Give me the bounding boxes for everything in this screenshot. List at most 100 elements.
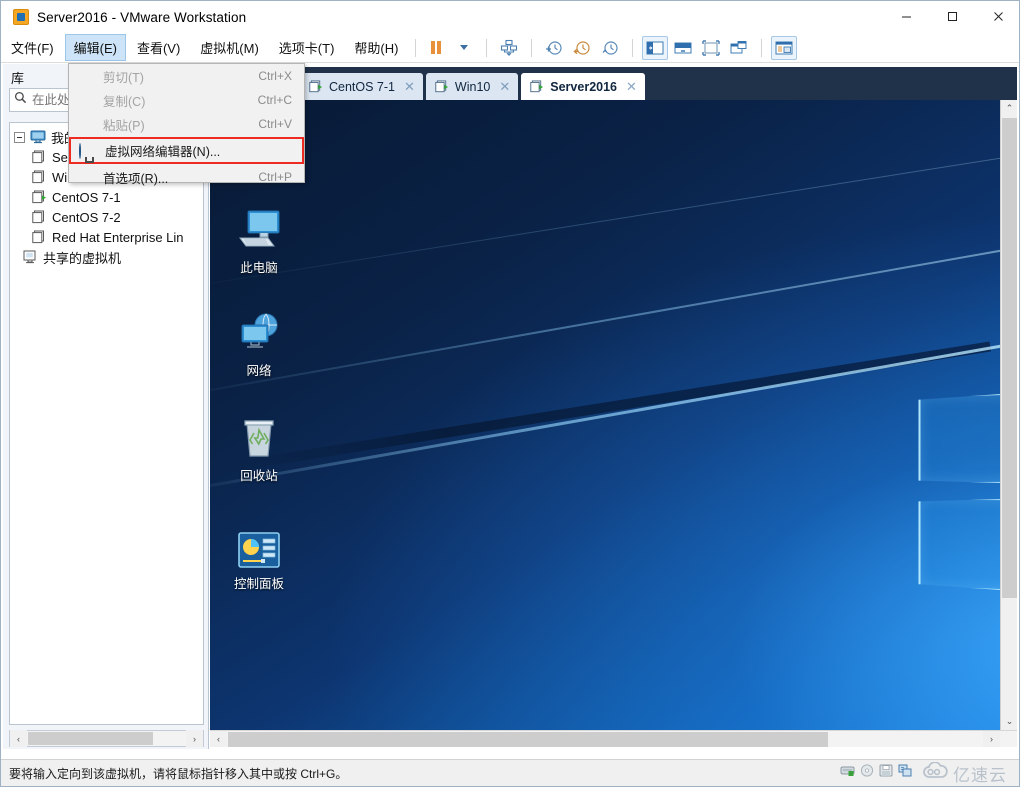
scroll-right-arrow[interactable]: › xyxy=(983,730,1000,747)
desktop-icon-network[interactable]: 网络 xyxy=(214,305,304,379)
tab-win10[interactable]: Win10 ✕ xyxy=(425,73,519,100)
scrollbar-thumb[interactable] xyxy=(1002,118,1017,598)
menu-bar: 文件(F) 编辑(E) 查看(V) 虚拟机(M) 选项卡(T) 帮助(H) xyxy=(1,33,1019,63)
menu-file[interactable]: 文件(F) xyxy=(2,34,63,61)
menu-item-virtual-network-editor[interactable]: 虚拟网络编辑器(N)... xyxy=(69,137,304,164)
tab-strip: CentOS 7-1 ✕ Win10 ✕ Server2016 ✕ xyxy=(210,67,1017,100)
menu-item-shortcut: Ctrl+C xyxy=(257,93,292,107)
vm-icon xyxy=(32,230,47,244)
wallpaper-streak xyxy=(210,242,1000,399)
pause-icon[interactable] xyxy=(423,36,449,60)
menu-item-copy[interactable]: 复制(C) Ctrl+C xyxy=(69,88,304,112)
menu-item-label: 复制(C) xyxy=(103,94,146,109)
desktop-icon-label: 此电脑 xyxy=(240,261,278,275)
status-message: 要将输入定向到该虚拟机，请将鼠标指针移入其中或按 Ctrl+G。 xyxy=(9,766,348,781)
scroll-left-arrow[interactable]: ‹ xyxy=(210,730,227,747)
control-panel-icon xyxy=(214,518,304,568)
tree-item-label: Red Hat Enterprise Lin xyxy=(52,229,184,245)
tab-close-icon[interactable]: ✕ xyxy=(499,80,510,93)
cloud-logo-icon xyxy=(922,761,948,784)
maximize-button[interactable] xyxy=(929,1,975,32)
tree-item-label: CentOS 7-2 xyxy=(52,209,121,225)
hard-disk-icon[interactable] xyxy=(840,764,855,782)
menu-item-label: 虚拟网络编辑器(N)... xyxy=(105,145,221,159)
revert-snapshot-icon[interactable] xyxy=(569,36,595,60)
scroll-right-arrow[interactable]: › xyxy=(186,730,203,747)
menu-tabs[interactable]: 选项卡(T) xyxy=(270,34,344,61)
scrollbar-thumb[interactable] xyxy=(28,732,153,745)
scrollbar-thumb[interactable] xyxy=(228,732,828,747)
network-icon xyxy=(214,305,304,355)
vm-viewport: 此电脑 网络 回收站 控制面板 ⌃ ⌄ ‹ › xyxy=(210,100,1017,747)
status-bar: 要将输入定向到该虚拟机，请将鼠标指针移入其中或按 Ctrl+G。 亿速云 xyxy=(1,759,1019,786)
this-pc-icon xyxy=(214,202,304,252)
edit-menu-dropdown[interactable]: 剪切(T) Ctrl+X 复制(C) Ctrl+C 粘贴(P) Ctrl+V 虚… xyxy=(68,63,305,186)
console-view-icon[interactable] xyxy=(771,35,798,60)
expander-icon[interactable] xyxy=(14,131,25,143)
vm-running-icon xyxy=(309,80,323,93)
tab-label: Server2016 xyxy=(550,79,617,94)
vm-running-icon xyxy=(435,80,449,93)
desktop-icon-control-panel[interactable]: 控制面板 xyxy=(214,518,304,592)
menu-item-shortcut: Ctrl+X xyxy=(258,69,292,83)
tree-item-label: CentOS 7-1 xyxy=(52,189,121,205)
tab-close-icon[interactable]: ✕ xyxy=(626,80,637,93)
menu-help[interactable]: 帮助(H) xyxy=(345,34,407,61)
menu-edit[interactable]: 编辑(E) xyxy=(64,34,126,61)
vmware-icon xyxy=(13,9,29,25)
vm-tree[interactable]: 我的计算机 Server2016 Win10 xyxy=(9,122,204,725)
vm-running-icon xyxy=(530,80,544,93)
network-adapter-icon[interactable] xyxy=(898,764,912,782)
search-icon xyxy=(14,91,27,109)
vm-desktop[interactable]: 此电脑 网络 回收站 控制面板 xyxy=(210,100,1000,730)
show-library-icon[interactable] xyxy=(642,35,669,60)
desktop-icon-recycle-bin[interactable]: 回收站 xyxy=(214,410,304,484)
take-snapshot-icon[interactable] xyxy=(541,36,567,60)
cd-dvd-icon[interactable] xyxy=(860,764,874,782)
vm-horizontal-scrollbar[interactable]: ‹ › xyxy=(210,730,1017,747)
wallpaper-band xyxy=(210,341,992,476)
scroll-left-arrow[interactable]: ‹ xyxy=(10,730,27,747)
menu-item-label: 粘贴(P) xyxy=(103,118,145,133)
tree-item-shared-vms[interactable]: 共享的虚拟机 xyxy=(10,247,203,267)
scroll-up-arrow[interactable]: ⌃ xyxy=(1001,100,1017,117)
globe-icon xyxy=(79,142,81,159)
library-horizontal-scrollbar[interactable]: ‹ › xyxy=(9,730,204,747)
dropdown-caret-icon[interactable] xyxy=(451,36,477,60)
tree-item-centos-7-2[interactable]: CentOS 7-2 xyxy=(10,207,203,227)
tab-close-icon[interactable]: ✕ xyxy=(404,80,415,93)
tab-centos-7-1[interactable]: CentOS 7-1 ✕ xyxy=(300,73,423,100)
logo-pane-bottom xyxy=(919,498,1000,593)
floppy-icon[interactable] xyxy=(879,764,893,782)
toolbar xyxy=(423,35,798,60)
menu-vm[interactable]: 虚拟机(M) xyxy=(191,34,268,61)
menu-item-shortcut: Ctrl+V xyxy=(258,117,292,131)
minimize-button[interactable] xyxy=(883,1,929,32)
tab-label: Win10 xyxy=(454,79,491,94)
tab-server2016[interactable]: Server2016 ✕ xyxy=(521,73,645,100)
send-ctrl-alt-del-icon[interactable] xyxy=(496,36,522,60)
desktop-icon-this-pc[interactable]: 此电脑 xyxy=(214,202,304,276)
menu-view[interactable]: 查看(V) xyxy=(128,34,189,61)
tree-item-centos-7-1[interactable]: CentOS 7-1 xyxy=(10,187,203,207)
menu-item-paste[interactable]: 粘贴(P) Ctrl+V xyxy=(69,112,304,136)
scroll-down-arrow[interactable]: ⌄ xyxy=(1001,713,1017,730)
vm-icon xyxy=(32,150,47,164)
recycle-bin-icon xyxy=(214,410,304,460)
toolbar-separator xyxy=(632,38,634,57)
tree-item-red-hat[interactable]: Red Hat Enterprise Lin xyxy=(10,227,203,247)
toolbar-separator xyxy=(415,38,417,57)
menu-item-cut[interactable]: 剪切(T) Ctrl+X xyxy=(69,64,304,88)
watermark-text: 亿速云 xyxy=(953,765,1007,785)
vm-vertical-scrollbar[interactable]: ⌃ ⌄ xyxy=(1000,100,1017,730)
status-device-icons xyxy=(840,764,912,782)
show-thumbnails-icon[interactable] xyxy=(670,36,696,60)
manage-snapshots-icon[interactable] xyxy=(597,36,623,60)
unity-mode-icon[interactable] xyxy=(726,36,752,60)
window-title: Server2016 - VMware Workstation xyxy=(37,9,247,25)
close-button[interactable] xyxy=(975,1,1019,32)
tab-label: CentOS 7-1 xyxy=(329,79,396,94)
full-screen-icon[interactable] xyxy=(698,36,724,60)
desktop-icon-label: 回收站 xyxy=(240,469,278,483)
menu-item-preferences[interactable]: 首选项(R)... Ctrl+P xyxy=(69,165,304,189)
